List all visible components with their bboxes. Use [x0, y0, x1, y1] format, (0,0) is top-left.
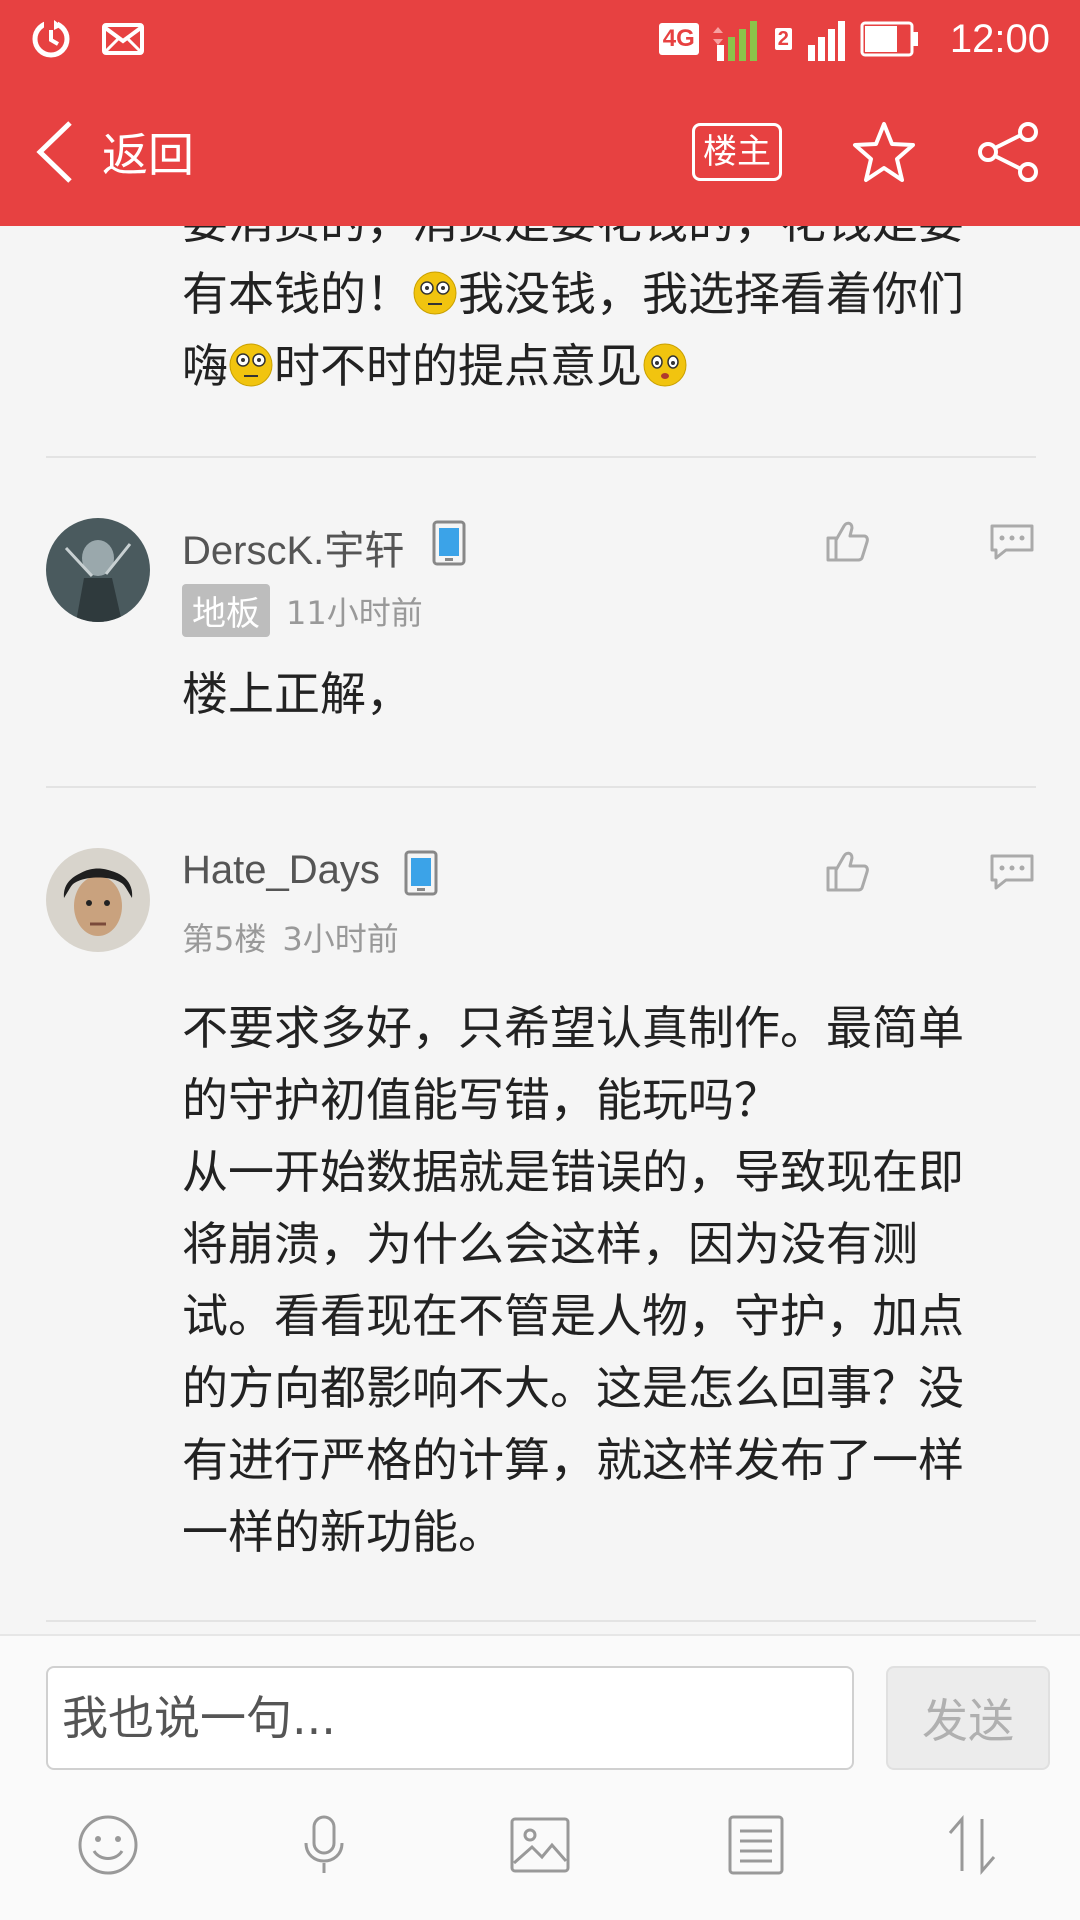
nervous-emoji-icon — [643, 343, 687, 387]
status-time: 12:00 — [949, 16, 1050, 61]
bottom-toolbar — [0, 1770, 1080, 1920]
comment-icon[interactable] — [988, 852, 1036, 892]
list-button[interactable] — [716, 1805, 796, 1885]
surprised-emoji-icon — [229, 343, 273, 387]
phone-icon — [404, 850, 438, 896]
surprised-emoji-icon — [413, 271, 457, 315]
mail-icon — [102, 23, 144, 55]
thread-content[interactable]: 要消费的，消费是要花钱的，花钱是要 有本钱的！ 我没钱，我选择看着你们 嗨 — [0, 226, 1080, 1634]
reply-text-line: 有进行严格的计算，就这样发布了一样 — [182, 1433, 964, 1487]
reply-text-line: 不要求多好，只希望认真制作。最简单 — [182, 1001, 964, 1055]
only-op-button[interactable]: 楼主 — [692, 123, 782, 181]
avatar-image — [46, 518, 150, 622]
reply-meta: 地板 11小时前 — [182, 584, 423, 637]
previous-post-line: 要消费的，消费是要花钱的，花钱是要 — [182, 226, 1012, 258]
comment-input[interactable] — [46, 1666, 854, 1770]
reply-text: 楼上正解， — [182, 667, 412, 721]
thumbs-up-icon[interactable] — [824, 848, 870, 894]
reply-meta: 第5楼 3小时前 — [182, 914, 399, 960]
text-segment: 嗨 — [182, 339, 228, 393]
reply-text-line: 的方向都影响不大。这是怎么回事？没 — [182, 1361, 964, 1415]
avatar[interactable] — [46, 518, 150, 622]
microphone-icon — [304, 1815, 344, 1873]
sync-icon — [32, 20, 70, 58]
previous-post-text: 要消费的，消费是要花钱的，花钱是要 有本钱的！ 我没钱，我选择看着你们 嗨 — [182, 226, 1012, 402]
image-icon — [510, 1817, 570, 1873]
star-icon[interactable] — [852, 120, 916, 184]
avatar[interactable] — [46, 848, 150, 952]
text-segment: 有本钱的！ — [182, 267, 412, 321]
reply-item: DerscK.宇轩 地板 11小时前 楼上正解， — [0, 458, 1080, 728]
reply-text-line: 从一开始数据就是错误的，导致现在即 — [182, 1145, 964, 1199]
avatar-image — [46, 848, 150, 952]
image-button[interactable] — [500, 1805, 580, 1885]
signal-2-icon — [807, 21, 845, 61]
emoji-icon — [78, 1815, 138, 1875]
floor-badge: 地板 — [182, 584, 270, 637]
chevron-left-icon — [36, 121, 72, 183]
reply-item: Hate_Days 第5楼 3小时前 不要求多好，只希望认真制作。最简单 的守护… — [0, 788, 1080, 1628]
reply-time: 3小时前 — [282, 920, 399, 958]
back-label: 返回 — [102, 128, 194, 182]
previous-post-line: 嗨 时不时的提点意见 — [182, 330, 1012, 402]
battery-icon — [860, 21, 918, 57]
list-icon — [728, 1815, 784, 1875]
share-icon[interactable] — [976, 120, 1040, 184]
phone-icon — [432, 520, 466, 566]
comment-icon[interactable] — [988, 522, 1036, 562]
emoji-button[interactable] — [68, 1805, 148, 1885]
thumbs-up-icon[interactable] — [824, 518, 870, 564]
sim2-label: 2 — [774, 28, 792, 50]
reply-text-line: 将崩溃，为什么会这样，因为没有测 — [182, 1217, 918, 1271]
voice-button[interactable] — [284, 1805, 364, 1885]
reply-text-line: 一样的新功能。 — [182, 1505, 504, 1559]
signal-1-icon — [712, 21, 757, 61]
reply-time: 11小时前 — [286, 593, 423, 632]
reply-text: 不要求多好，只希望认真制作。最简单 的守护初值能写错，能玩吗？ 从一开始数据就是… — [182, 992, 1012, 1568]
back-button[interactable]: 返回 — [34, 119, 194, 185]
send-button[interactable]: 发送 — [886, 1666, 1050, 1770]
comment-bar: 发送 — [0, 1634, 1080, 1770]
reply-text-line: 的守护初值能写错，能玩吗？ — [182, 1073, 780, 1127]
text-segment: 我没钱，我选择看着你们 — [458, 267, 964, 321]
sort-button[interactable] — [932, 1805, 1012, 1885]
reply-text-line: 试。看看现在不管是人物，守护，加点 — [182, 1289, 964, 1343]
status-bar: 4G 2 12:00 — [0, 0, 1080, 78]
network-type-badge: 4G — [658, 23, 699, 55]
username[interactable]: DerscK.宇轩 — [182, 518, 404, 576]
previous-post-line: 有本钱的！ 我没钱，我选择看着你们 — [182, 258, 1012, 330]
username[interactable]: Hate_Days — [182, 848, 380, 893]
previous-post: 要消费的，消费是要花钱的，花钱是要 有本钱的！ 我没钱，我选择看着你们 嗨 — [0, 226, 1012, 402]
top-nav: 返回 楼主 — [0, 78, 1080, 226]
text-segment: 时不时的提点意见 — [274, 339, 642, 393]
divider — [46, 1620, 1036, 1622]
sort-icon — [948, 1814, 996, 1876]
floor-label: 第5楼 — [182, 920, 267, 958]
